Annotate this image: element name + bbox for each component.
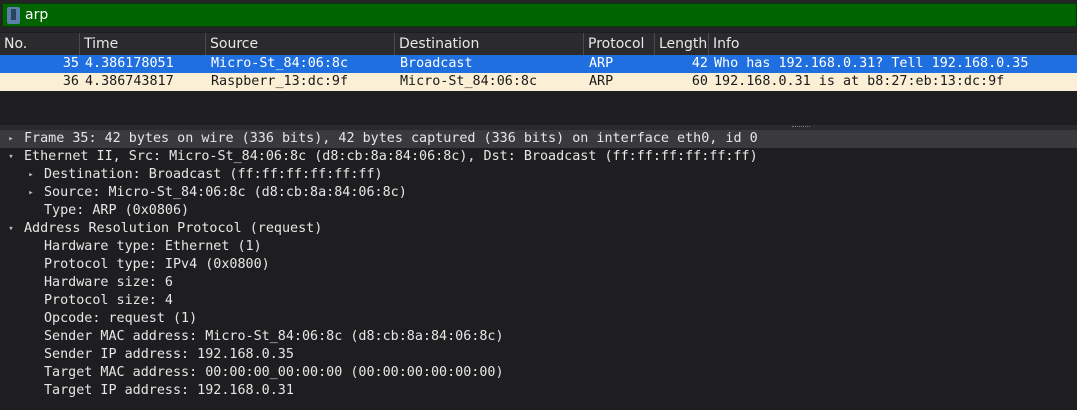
column-header-protocol[interactable]: Protocol xyxy=(584,33,655,55)
tree-item-frame[interactable]: ▸ Frame 35: 42 bytes on wire (336 bits),… xyxy=(0,130,1077,148)
tree-item-arp-proto-size[interactable]: Protocol size: 4 xyxy=(0,292,1077,310)
tree-item-label: Sender IP address: 192.168.0.35 xyxy=(44,347,294,362)
tree-item-eth-type[interactable]: Type: ARP (0x0806) xyxy=(0,202,1077,220)
filter-text[interactable]: arp xyxy=(25,7,48,23)
column-header-destination[interactable]: Destination xyxy=(395,33,584,55)
tree-item-label: Source: Micro-St_84:06:8c (d8:cb:8a:84:0… xyxy=(44,185,407,200)
packet-no: 35 xyxy=(62,56,79,71)
tree-item-label: Hardware type: Ethernet (1) xyxy=(44,239,262,254)
tree-item-eth-source[interactable]: ▸ Source: Micro-St_84:06:8c (d8:cb:8a:84… xyxy=(0,184,1077,202)
tree-item-label: Target MAC address: 00:00:00_00:00:00 (0… xyxy=(44,365,504,380)
packet-list-empty-area xyxy=(0,91,1077,125)
tree-item-label: Protocol type: IPv4 (0x0800) xyxy=(44,257,270,272)
packet-length: 60 xyxy=(691,74,708,89)
tree-item-label: Destination: Broadcast (ff:ff:ff:ff:ff:f… xyxy=(44,167,383,182)
packet-no: 36 xyxy=(62,74,79,89)
tree-item-arp-target-ip[interactable]: Target IP address: 192.168.0.31 xyxy=(0,382,1077,400)
tree-item-arp-hw-type[interactable]: Hardware type: Ethernet (1) xyxy=(0,238,1077,256)
packet-row[interactable]: 36 4.386743817 Raspberr_13:dc:9f Micro-S… xyxy=(0,73,1077,91)
tree-item-eth-destination[interactable]: ▸ Destination: Broadcast (ff:ff:ff:ff:ff… xyxy=(0,166,1077,184)
column-header-time[interactable]: Time xyxy=(80,33,206,55)
packet-info: Who has 192.168.0.31? Tell 192.168.0.35 xyxy=(714,56,1029,71)
column-header-source[interactable]: Source xyxy=(206,33,395,55)
tree-item-arp-sender-ip[interactable]: Sender IP address: 192.168.0.35 xyxy=(0,346,1077,364)
tree-item-arp-hw-size[interactable]: Hardware size: 6 xyxy=(0,274,1077,292)
packet-time: 4.386178051 xyxy=(85,56,174,71)
tree-item-label: Protocol size: 4 xyxy=(44,293,173,308)
display-filter-input[interactable]: arp xyxy=(2,3,1077,27)
tree-item-ethernet[interactable]: ▾ Ethernet II, Src: Micro-St_84:06:8c (d… xyxy=(0,148,1077,166)
column-header-length[interactable]: Length xyxy=(655,33,709,55)
tree-item-arp-sender-mac[interactable]: Sender MAC address: Micro-St_84:06:8c (d… xyxy=(0,328,1077,346)
packet-protocol: ARP xyxy=(589,56,614,71)
packet-time: 4.386743817 xyxy=(85,74,174,89)
packet-protocol: ARP xyxy=(589,74,614,89)
collapse-arrow-icon[interactable]: ▾ xyxy=(5,220,17,238)
splitter-grip-icon xyxy=(792,126,810,129)
bookmark-icon[interactable] xyxy=(7,7,20,24)
tree-item-label: Hardware size: 6 xyxy=(44,275,173,290)
expand-arrow-icon[interactable]: ▸ xyxy=(25,166,37,184)
tree-item-arp-proto-type[interactable]: Protocol type: IPv4 (0x0800) xyxy=(0,256,1077,274)
tree-item-label: Ethernet II, Src: Micro-St_84:06:8c (d8:… xyxy=(24,149,758,164)
tree-item-label: Frame 35: 42 bytes on wire (336 bits), 4… xyxy=(24,131,758,146)
tree-item-label: Address Resolution Protocol (request) xyxy=(24,221,323,236)
tree-item-arp-opcode[interactable]: Opcode: request (1) xyxy=(0,310,1077,328)
packet-row-selected[interactable]: 35 4.386178051 Micro-St_84:06:8c Broadca… xyxy=(0,55,1077,73)
expand-arrow-icon[interactable]: ▸ xyxy=(25,184,37,202)
filter-toolbar: arp xyxy=(0,0,1077,32)
packet-destination: Micro-St_84:06:8c xyxy=(400,74,538,89)
tree-item-label: Type: ARP (0x0806) xyxy=(44,203,190,218)
tree-item-arp-target-mac[interactable]: Target MAC address: 00:00:00_00:00:00 (0… xyxy=(0,364,1077,382)
tree-item-label: Opcode: request (1) xyxy=(44,311,198,326)
collapse-arrow-icon[interactable]: ▾ xyxy=(5,148,17,166)
packet-details-pane: ▸ Frame 35: 42 bytes on wire (336 bits),… xyxy=(0,130,1077,410)
packet-source: Raspberr_13:dc:9f xyxy=(211,74,349,89)
tree-item-arp[interactable]: ▾ Address Resolution Protocol (request) xyxy=(0,220,1077,238)
packet-list-header: No. Time Source Destination Protocol Len… xyxy=(0,33,1077,56)
tree-item-label: Target IP address: 192.168.0.31 xyxy=(44,383,294,398)
packet-length: 42 xyxy=(691,56,708,71)
expand-arrow-icon[interactable]: ▸ xyxy=(5,130,17,148)
column-header-info[interactable]: Info xyxy=(709,33,1077,55)
packet-info: 192.168.0.31 is at b8:27:eb:13:dc:9f xyxy=(714,74,1005,89)
column-header-no[interactable]: No. xyxy=(0,33,80,55)
packet-destination: Broadcast xyxy=(400,56,473,71)
tree-item-label: Sender MAC address: Micro-St_84:06:8c (d… xyxy=(44,329,504,344)
packet-source: Micro-St_84:06:8c xyxy=(211,56,349,71)
